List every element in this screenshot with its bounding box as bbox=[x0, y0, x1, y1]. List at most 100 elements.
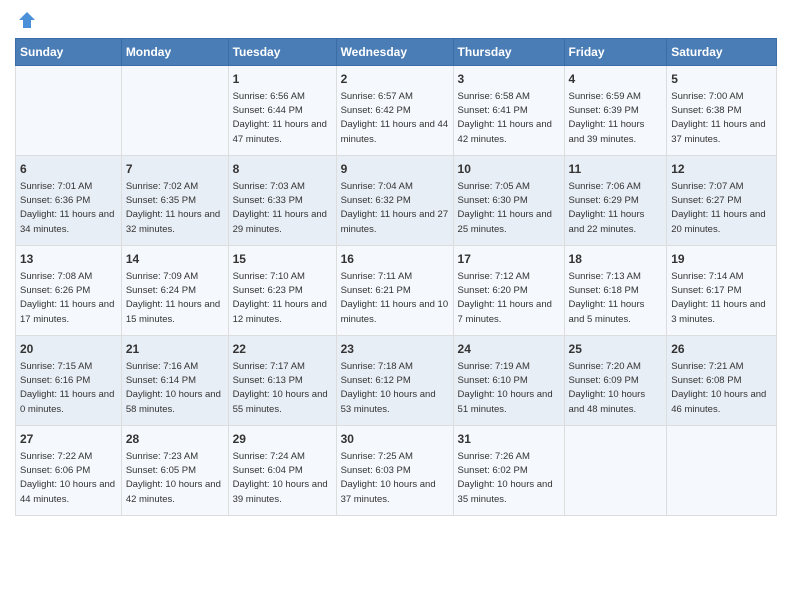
day-info: Sunrise: 7:07 AM Sunset: 6:27 PM Dayligh… bbox=[671, 180, 772, 237]
day-cell: 2 Sunrise: 6:57 AM Sunset: 6:42 PM Daylig… bbox=[336, 66, 453, 156]
day-info: Sunrise: 7:25 AM Sunset: 6:03 PM Dayligh… bbox=[341, 450, 449, 507]
day-number: 8 bbox=[233, 161, 332, 178]
day-cell: 1 Sunrise: 6:56 AM Sunset: 6:44 PM Daylig… bbox=[228, 66, 336, 156]
day-cell: 8 Sunrise: 7:03 AM Sunset: 6:33 PM Daylig… bbox=[228, 156, 336, 246]
day-cell: 13 Sunrise: 7:08 AM Sunset: 6:26 PM Dayli… bbox=[16, 246, 122, 336]
day-number: 19 bbox=[671, 251, 772, 268]
day-number: 22 bbox=[233, 341, 332, 358]
day-cell: 16Sunrise: 7:11 AM Sunset: 6:21 PM Dayli… bbox=[336, 246, 453, 336]
day-cell: 23 Sunrise: 7:18 AM Sunset: 6:12 PM Dayli… bbox=[336, 336, 453, 426]
logo bbox=[15, 10, 37, 30]
day-info: Sunrise: 7:23 AM Sunset: 6:05 PM Dayligh… bbox=[126, 450, 224, 507]
day-info: Sunrise: 7:13 AM Sunset: 6:18 PM Dayligh… bbox=[569, 270, 663, 327]
day-cell: 31 Sunrise: 7:26 AM Sunset: 6:02 PM Dayli… bbox=[453, 426, 564, 516]
day-number: 2 bbox=[341, 71, 449, 88]
day-info: Sunrise: 7:05 AM Sunset: 6:30 PM Dayligh… bbox=[458, 180, 560, 237]
day-info: Sunrise: 7:02 AM Sunset: 6:35 PM Dayligh… bbox=[126, 180, 224, 237]
day-cell: 11 Sunrise: 7:06 AM Sunset: 6:29 PM Dayli… bbox=[564, 156, 667, 246]
day-cell: 9Sunrise: 7:04 AM Sunset: 6:32 PM Daylig… bbox=[336, 156, 453, 246]
day-info: Sunrise: 6:59 AM Sunset: 6:39 PM Dayligh… bbox=[569, 90, 663, 147]
day-info: Sunrise: 7:20 AM Sunset: 6:09 PM Dayligh… bbox=[569, 360, 663, 417]
day-info: Sunrise: 7:01 AM Sunset: 6:36 PM Dayligh… bbox=[20, 180, 117, 237]
day-header-monday: Monday bbox=[121, 39, 228, 66]
day-number: 10 bbox=[458, 161, 560, 178]
day-info: Sunrise: 7:06 AM Sunset: 6:29 PM Dayligh… bbox=[569, 180, 663, 237]
day-info: Sunrise: 7:08 AM Sunset: 6:26 PM Dayligh… bbox=[20, 270, 117, 327]
day-cell: 19Sunrise: 7:14 AM Sunset: 6:17 PM Dayli… bbox=[667, 246, 777, 336]
day-cell bbox=[564, 426, 667, 516]
header-row: SundayMondayTuesdayWednesdayThursdayFrid… bbox=[16, 39, 777, 66]
day-number: 1 bbox=[233, 71, 332, 88]
header bbox=[15, 10, 777, 30]
day-cell: 29Sunrise: 7:24 AM Sunset: 6:04 PM Dayli… bbox=[228, 426, 336, 516]
day-cell: 17 Sunrise: 7:12 AM Sunset: 6:20 PM Dayli… bbox=[453, 246, 564, 336]
day-number: 9 bbox=[341, 161, 449, 178]
day-info: Sunrise: 6:58 AM Sunset: 6:41 PM Dayligh… bbox=[458, 90, 560, 147]
day-number: 25 bbox=[569, 341, 663, 358]
day-info: Sunrise: 7:22 AM Sunset: 6:06 PM Dayligh… bbox=[20, 450, 117, 507]
week-row-5: 27 Sunrise: 7:22 AM Sunset: 6:06 PM Dayli… bbox=[16, 426, 777, 516]
day-cell: 24 Sunrise: 7:19 AM Sunset: 6:10 PM Dayli… bbox=[453, 336, 564, 426]
day-cell: 6 Sunrise: 7:01 AM Sunset: 6:36 PM Daylig… bbox=[16, 156, 122, 246]
day-header-friday: Friday bbox=[564, 39, 667, 66]
day-number: 31 bbox=[458, 431, 560, 448]
day-number: 7 bbox=[126, 161, 224, 178]
day-cell: 28 Sunrise: 7:23 AM Sunset: 6:05 PM Dayli… bbox=[121, 426, 228, 516]
day-number: 27 bbox=[20, 431, 117, 448]
day-number: 24 bbox=[458, 341, 560, 358]
day-number: 26 bbox=[671, 341, 772, 358]
day-cell: 25 Sunrise: 7:20 AM Sunset: 6:09 PM Dayli… bbox=[564, 336, 667, 426]
logo-icon bbox=[17, 10, 37, 30]
day-number: 12 bbox=[671, 161, 772, 178]
day-info: Sunrise: 7:19 AM Sunset: 6:10 PM Dayligh… bbox=[458, 360, 560, 417]
day-info: Sunrise: 7:18 AM Sunset: 6:12 PM Dayligh… bbox=[341, 360, 449, 417]
day-number: 21 bbox=[126, 341, 224, 358]
day-number: 13 bbox=[20, 251, 117, 268]
day-number: 23 bbox=[341, 341, 449, 358]
day-cell: 3 Sunrise: 6:58 AM Sunset: 6:41 PM Daylig… bbox=[453, 66, 564, 156]
day-number: 4 bbox=[569, 71, 663, 88]
day-cell: 21Sunrise: 7:16 AM Sunset: 6:14 PM Dayli… bbox=[121, 336, 228, 426]
day-cell: 27 Sunrise: 7:22 AM Sunset: 6:06 PM Dayli… bbox=[16, 426, 122, 516]
day-info: Sunrise: 7:00 AM Sunset: 6:38 PM Dayligh… bbox=[671, 90, 772, 147]
calendar-body: 1 Sunrise: 6:56 AM Sunset: 6:44 PM Daylig… bbox=[16, 66, 777, 516]
day-number: 30 bbox=[341, 431, 449, 448]
day-number: 14 bbox=[126, 251, 224, 268]
day-info: Sunrise: 7:17 AM Sunset: 6:13 PM Dayligh… bbox=[233, 360, 332, 417]
calendar-table: SundayMondayTuesdayWednesdayThursdayFrid… bbox=[15, 38, 777, 516]
day-info: Sunrise: 7:21 AM Sunset: 6:08 PM Dayligh… bbox=[671, 360, 772, 417]
day-number: 17 bbox=[458, 251, 560, 268]
day-info: Sunrise: 6:57 AM Sunset: 6:42 PM Dayligh… bbox=[341, 90, 449, 147]
day-number: 16 bbox=[341, 251, 449, 268]
day-number: 28 bbox=[126, 431, 224, 448]
day-number: 5 bbox=[671, 71, 772, 88]
day-cell: 26 Sunrise: 7:21 AM Sunset: 6:08 PM Dayli… bbox=[667, 336, 777, 426]
day-info: Sunrise: 7:26 AM Sunset: 6:02 PM Dayligh… bbox=[458, 450, 560, 507]
day-cell bbox=[121, 66, 228, 156]
day-cell bbox=[16, 66, 122, 156]
day-number: 20 bbox=[20, 341, 117, 358]
day-number: 6 bbox=[20, 161, 117, 178]
day-number: 3 bbox=[458, 71, 560, 88]
day-header-wednesday: Wednesday bbox=[336, 39, 453, 66]
day-cell: 7 Sunrise: 7:02 AM Sunset: 6:35 PM Daylig… bbox=[121, 156, 228, 246]
day-info: Sunrise: 7:03 AM Sunset: 6:33 PM Dayligh… bbox=[233, 180, 332, 237]
week-row-1: 1 Sunrise: 6:56 AM Sunset: 6:44 PM Daylig… bbox=[16, 66, 777, 156]
week-row-2: 6 Sunrise: 7:01 AM Sunset: 6:36 PM Daylig… bbox=[16, 156, 777, 246]
day-number: 15 bbox=[233, 251, 332, 268]
day-number: 11 bbox=[569, 161, 663, 178]
day-header-sunday: Sunday bbox=[16, 39, 122, 66]
day-cell: 4 Sunrise: 6:59 AM Sunset: 6:39 PM Daylig… bbox=[564, 66, 667, 156]
day-cell: 20 Sunrise: 7:15 AM Sunset: 6:16 PM Dayli… bbox=[16, 336, 122, 426]
day-cell: 30 Sunrise: 7:25 AM Sunset: 6:03 PM Dayli… bbox=[336, 426, 453, 516]
day-header-thursday: Thursday bbox=[453, 39, 564, 66]
day-cell: 18Sunrise: 7:13 AM Sunset: 6:18 PM Dayli… bbox=[564, 246, 667, 336]
day-info: Sunrise: 7:12 AM Sunset: 6:20 PM Dayligh… bbox=[458, 270, 560, 327]
day-cell: 5 Sunrise: 7:00 AM Sunset: 6:38 PM Daylig… bbox=[667, 66, 777, 156]
week-row-4: 20 Sunrise: 7:15 AM Sunset: 6:16 PM Dayli… bbox=[16, 336, 777, 426]
day-info: Sunrise: 6:56 AM Sunset: 6:44 PM Dayligh… bbox=[233, 90, 332, 147]
day-info: Sunrise: 7:15 AM Sunset: 6:16 PM Dayligh… bbox=[20, 360, 117, 417]
day-cell: 14Sunrise: 7:09 AM Sunset: 6:24 PM Dayli… bbox=[121, 246, 228, 336]
day-cell: 22 Sunrise: 7:17 AM Sunset: 6:13 PM Dayli… bbox=[228, 336, 336, 426]
day-info: Sunrise: 7:10 AM Sunset: 6:23 PM Dayligh… bbox=[233, 270, 332, 327]
